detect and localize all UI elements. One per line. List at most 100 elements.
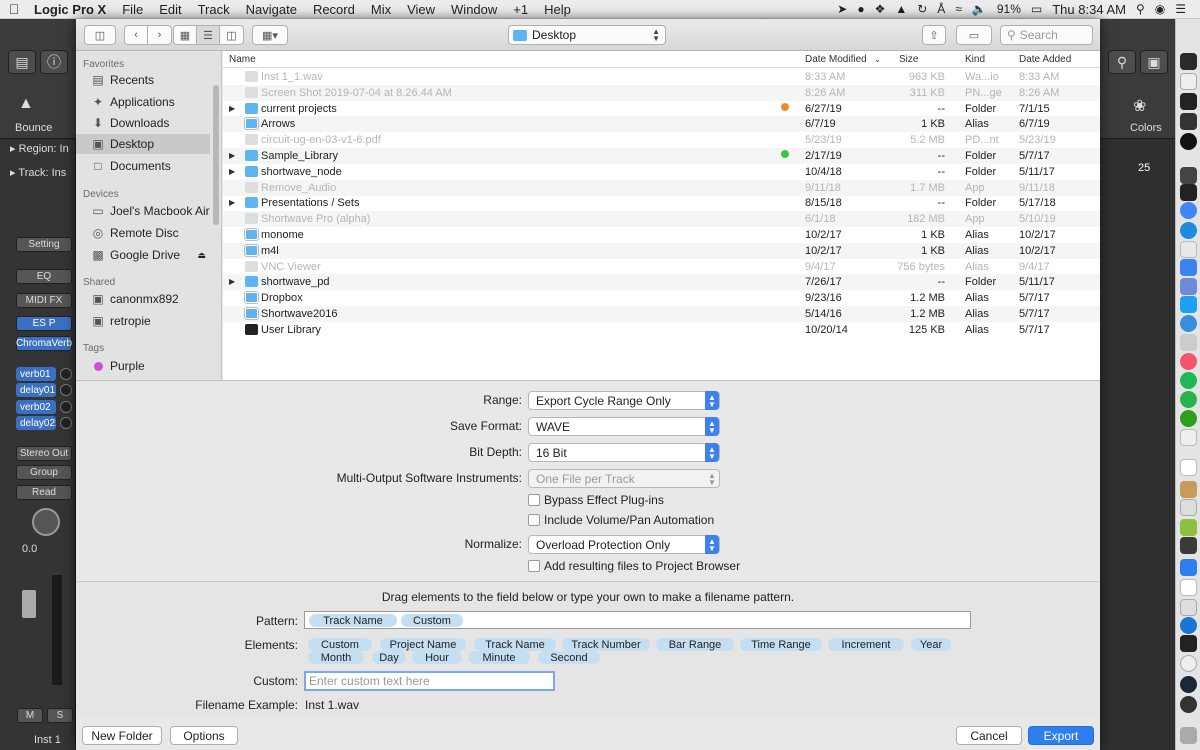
itunes-icon[interactable] bbox=[1180, 353, 1197, 370]
back-button[interactable]: ‹ bbox=[125, 26, 148, 44]
send-slot[interactable]: delay02 bbox=[16, 416, 56, 430]
library-button[interactable]: ▤ bbox=[8, 50, 36, 74]
menu-edit[interactable]: Edit bbox=[151, 2, 189, 17]
sidebar-item-downloads[interactable]: ⬇ Downloads bbox=[76, 113, 210, 133]
search-button[interactable]: ⚲ bbox=[1108, 50, 1136, 74]
send-knob[interactable] bbox=[60, 368, 72, 380]
dock-app-icon[interactable] bbox=[1180, 499, 1197, 516]
disclosure-triangle-icon[interactable]: ▶ bbox=[229, 198, 235, 207]
send-slot[interactable]: delay01 bbox=[16, 383, 56, 397]
skype-icon[interactable] bbox=[1180, 222, 1197, 239]
dock-app-icon[interactable] bbox=[1180, 519, 1197, 536]
icon-view-button[interactable]: ▦ bbox=[174, 26, 197, 44]
send-slot[interactable]: verb01 bbox=[16, 367, 56, 381]
spotify-icon[interactable] bbox=[1180, 372, 1197, 389]
sidebar-item-retropie[interactable]: ▣ retropie bbox=[76, 311, 210, 331]
export-button[interactable]: Export bbox=[1028, 726, 1094, 745]
element-token[interactable]: Year bbox=[911, 638, 951, 651]
file-row[interactable]: ▶ Presentations / Sets 8/15/18 -- Folder 5/17… bbox=[223, 195, 1100, 211]
send-knob[interactable] bbox=[60, 401, 72, 413]
column-date-modified[interactable]: Date Modified bbox=[805, 54, 867, 65]
dock-app-icon[interactable] bbox=[1180, 259, 1197, 276]
file-row[interactable]: ▶ Sample_Library 2/17/19 -- Folder 5/7/17 bbox=[223, 148, 1100, 164]
wifi-icon[interactable]: ≈ bbox=[955, 2, 962, 16]
dock-app-icon[interactable] bbox=[1180, 93, 1197, 110]
new-folder-button[interactable]: New Folder bbox=[82, 726, 162, 745]
send-knob[interactable] bbox=[60, 384, 72, 396]
column-view-button[interactable]: ◫ bbox=[220, 26, 243, 44]
element-token[interactable]: Minute bbox=[468, 651, 530, 664]
tags-button[interactable]: ▭ bbox=[956, 25, 992, 45]
disclosure-triangle-icon[interactable]: ▶ bbox=[229, 151, 235, 160]
menu-view[interactable]: View bbox=[399, 2, 443, 17]
sidebar-toggle-button[interactable]: ◫ bbox=[84, 25, 116, 45]
spotlight-icon[interactable]: ⚲ bbox=[1136, 2, 1145, 16]
forward-button[interactable]: › bbox=[148, 26, 171, 44]
element-token[interactable]: Track Name bbox=[474, 638, 556, 651]
sort-chevron-icon[interactable]: ⌄ bbox=[874, 55, 881, 64]
bit-depth-popup[interactable]: 16 Bit ▲ ▼ bbox=[528, 443, 720, 462]
eq-button[interactable]: EQ bbox=[16, 269, 72, 284]
location-arrow-icon[interactable]: ➤ bbox=[837, 2, 847, 16]
range-popup[interactable]: Export Cycle Range Only ▲ ▼ bbox=[528, 391, 720, 410]
sidebar-item-desktop[interactable]: ▣ Desktop bbox=[76, 134, 210, 154]
quickbooks-icon[interactable] bbox=[1180, 410, 1197, 427]
element-token[interactable]: Second bbox=[538, 651, 600, 664]
file-row[interactable]: User Library 10/20/14 125 KB Alias 5/7/17 bbox=[223, 322, 1100, 338]
menu-track[interactable]: Track bbox=[190, 2, 238, 17]
steam-icon[interactable] bbox=[1180, 676, 1197, 693]
send-slot[interactable]: verb02 bbox=[16, 400, 56, 414]
element-token[interactable]: Increment bbox=[828, 638, 904, 651]
pattern-token[interactable]: Custom bbox=[401, 614, 463, 627]
status-circle-icon[interactable]: ● bbox=[857, 2, 864, 16]
element-token[interactable]: Day bbox=[372, 651, 406, 664]
app-menu[interactable]: Logic Pro X bbox=[28, 2, 114, 17]
chrome-icon[interactable] bbox=[1180, 202, 1197, 219]
inspector-button[interactable]: ⓘ bbox=[40, 50, 68, 74]
column-kind[interactable]: Kind bbox=[965, 54, 985, 65]
drive-status-icon[interactable]: ▲ bbox=[895, 2, 907, 16]
sidebar-item-remote-disc[interactable]: ◎ Remote Disc bbox=[76, 223, 210, 243]
midi-fx-button[interactable]: MIDI FX bbox=[16, 293, 72, 308]
add-to-browser-checkbox[interactable]: Add resulting files to Project Browser bbox=[528, 559, 740, 573]
dock-app-icon[interactable] bbox=[1180, 334, 1197, 351]
location-popup[interactable]: Desktop ▲ ▼ bbox=[508, 25, 666, 45]
dock-app-icon[interactable] bbox=[1180, 73, 1197, 90]
sidebar-item-macbook[interactable]: ▭ Joel's Macbook Air bbox=[76, 201, 210, 221]
volume-fader[interactable] bbox=[22, 590, 36, 618]
column-size[interactable]: Size bbox=[899, 54, 918, 65]
sidebar-item-applications[interactable]: ✦ Applications bbox=[76, 92, 210, 112]
list-view-button[interactable]: ☰ bbox=[197, 26, 220, 44]
dock-app-icon[interactable] bbox=[1180, 579, 1197, 596]
output-slot[interactable]: Stereo Out bbox=[16, 446, 72, 461]
apple-menu-icon[interactable]:  bbox=[0, 1, 28, 17]
sidebar-scrollbar[interactable] bbox=[213, 85, 219, 225]
menu-window[interactable]: Window bbox=[443, 2, 505, 17]
sync-icon[interactable]: ↻ bbox=[917, 2, 927, 16]
include-volpan-checkbox[interactable]: Include Volume/Pan Automation bbox=[528, 513, 714, 527]
twitter-icon[interactable] bbox=[1180, 296, 1197, 313]
custom-text-input[interactable] bbox=[304, 671, 555, 691]
dock-app-icon[interactable] bbox=[1180, 537, 1197, 554]
file-row[interactable]: ▶ shortwave_pd 7/26/17 -- Folder 5/11/17 bbox=[223, 274, 1100, 291]
checkbox-box[interactable] bbox=[528, 494, 540, 506]
file-row[interactable]: ▶ current projects 6/27/19 -- Folder 7/1/15 bbox=[223, 101, 1100, 117]
checkbox-box[interactable] bbox=[528, 560, 540, 572]
siri-icon[interactable]: ◉ bbox=[1155, 2, 1165, 16]
dock-app-icon[interactable] bbox=[1180, 459, 1197, 476]
pattern-token[interactable]: Track Name bbox=[309, 614, 397, 627]
element-token[interactable]: Track Number bbox=[562, 638, 650, 651]
element-token[interactable]: Project Name bbox=[380, 638, 466, 651]
group-slot[interactable]: Group bbox=[16, 465, 72, 480]
mute-button[interactable]: M bbox=[17, 708, 43, 723]
dock-app-icon[interactable] bbox=[1180, 113, 1197, 130]
sidebar-item-google-drive[interactable]: ▩ Google Drive ⏏ bbox=[76, 245, 210, 265]
element-token[interactable]: Hour bbox=[412, 651, 462, 664]
dock-app-icon[interactable] bbox=[1180, 599, 1197, 616]
element-token[interactable]: Time Range bbox=[740, 638, 822, 651]
battery-icon[interactable]: ▭ bbox=[1031, 2, 1042, 16]
element-token[interactable]: Month bbox=[308, 651, 364, 664]
battery-percent[interactable]: 91% bbox=[997, 2, 1021, 16]
instrument-slot[interactable]: ES P bbox=[16, 316, 72, 331]
share-button[interactable]: ⇧ bbox=[922, 25, 946, 45]
